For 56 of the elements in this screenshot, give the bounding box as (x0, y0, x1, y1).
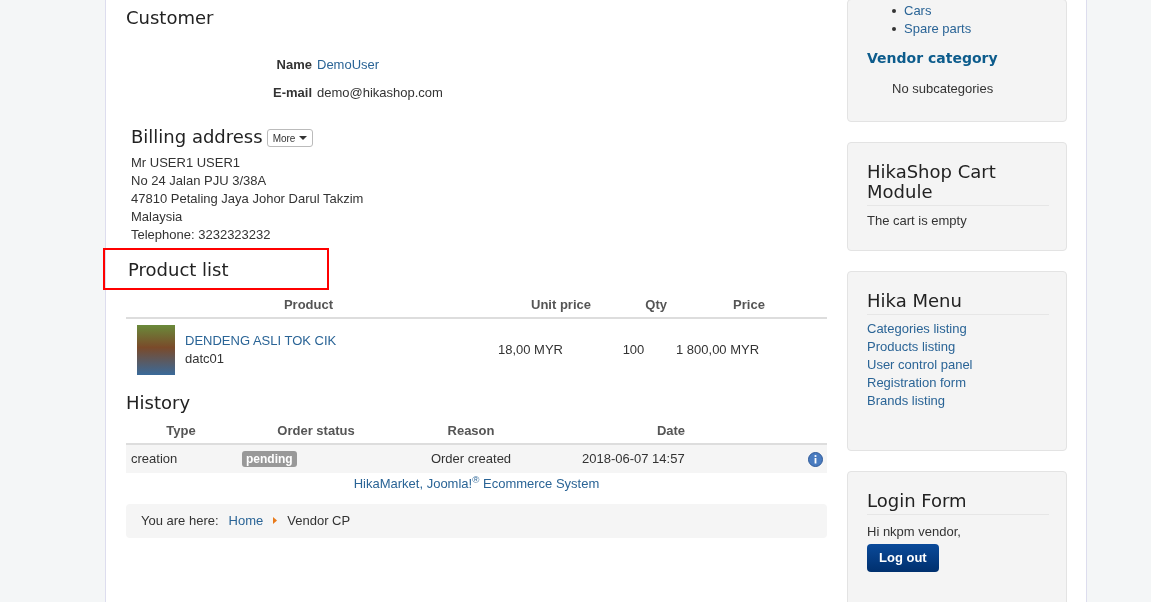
column-header: Type (165, 421, 197, 440)
greeting-text: Hi nkpm vendor, (867, 523, 962, 541)
column-header: Order status (276, 421, 356, 440)
info-icon[interactable] (808, 451, 823, 467)
address-line: Malaysia (131, 208, 184, 226)
field-value: demo@hikashop.com (317, 84, 443, 103)
breadcrumb-link[interactable]: Home (228, 510, 264, 531)
cart-status: The cart is empty (867, 211, 968, 230)
address-line: Mr USER1 USER1 (131, 154, 242, 172)
footer-link[interactable]: HikaMarket, Joomla!$^{®}$ Ecommerce System (353, 476, 600, 491)
address-line: 47810 Petaling Jaya Johor Darul Takzim (131, 190, 365, 208)
field-label: E-mail (272, 84, 312, 103)
address-line: No 24 Jalan PJU 3/38A (131, 172, 268, 190)
table-cell-text: Order created (429, 450, 513, 469)
category-heading: Vendor category (867, 49, 999, 68)
table-cell-text: 100 (621, 341, 646, 360)
caret-icon (299, 136, 308, 140)
column-header: Reason (446, 421, 496, 440)
name-link[interactable]: DemoUser (317, 55, 380, 75)
table-cell-text: 2018-06-07 14:57 (581, 450, 686, 469)
category-link[interactable]: Spare parts (904, 19, 972, 39)
menu-link[interactable]: Products listing (867, 338, 1047, 356)
status-badge: pending (242, 451, 297, 468)
menu-link[interactable]: User control panel (867, 356, 1047, 374)
bullet-icon (892, 27, 896, 31)
module-title: HikaShop Cart Module (867, 161, 1049, 206)
breadcrumb-current: Vendor CP (287, 511, 351, 530)
product-code: datc01 (185, 350, 226, 368)
product-link[interactable]: DENDENG ASLI TOK CIK (185, 332, 337, 350)
menu-link[interactable]: Categories listing (867, 320, 1047, 338)
product-photo-placeholder (137, 325, 175, 375)
column-header: Product (282, 295, 335, 314)
category-link[interactable]: Cars (904, 1, 932, 21)
column-header: Price (732, 295, 766, 314)
breadcrumb-label: You are here: (141, 511, 219, 530)
column-header: Date (655, 421, 687, 440)
column-header: Qty (644, 295, 668, 314)
module-title: Login Form (867, 491, 1049, 515)
bullet-icon (892, 9, 896, 13)
section-heading: Billing address (131, 125, 263, 149)
empty-note: No subcategories (891, 80, 995, 98)
menu-link[interactable]: Registration form (867, 374, 1047, 392)
section-heading: Customer (126, 6, 215, 30)
section-heading: Product list (103, 248, 329, 290)
menu-link[interactable]: Brands listing (867, 392, 1047, 410)
table-cell-text: 1 800,00 MYR (675, 341, 761, 360)
address-line: Telephone: 3232323232 (131, 226, 272, 244)
logout-button[interactable]: Log out (867, 543, 939, 572)
column-header: Unit price (530, 295, 591, 314)
more-button[interactable]: More (266, 129, 314, 147)
section-heading: History (126, 391, 192, 415)
arrow-icon (273, 517, 278, 524)
module-title: Hika Menu (867, 291, 1049, 315)
table-cell-text: 18,00 MYR (496, 341, 564, 360)
field-label: Name (275, 56, 312, 75)
table-cell-text: creation (130, 450, 179, 469)
